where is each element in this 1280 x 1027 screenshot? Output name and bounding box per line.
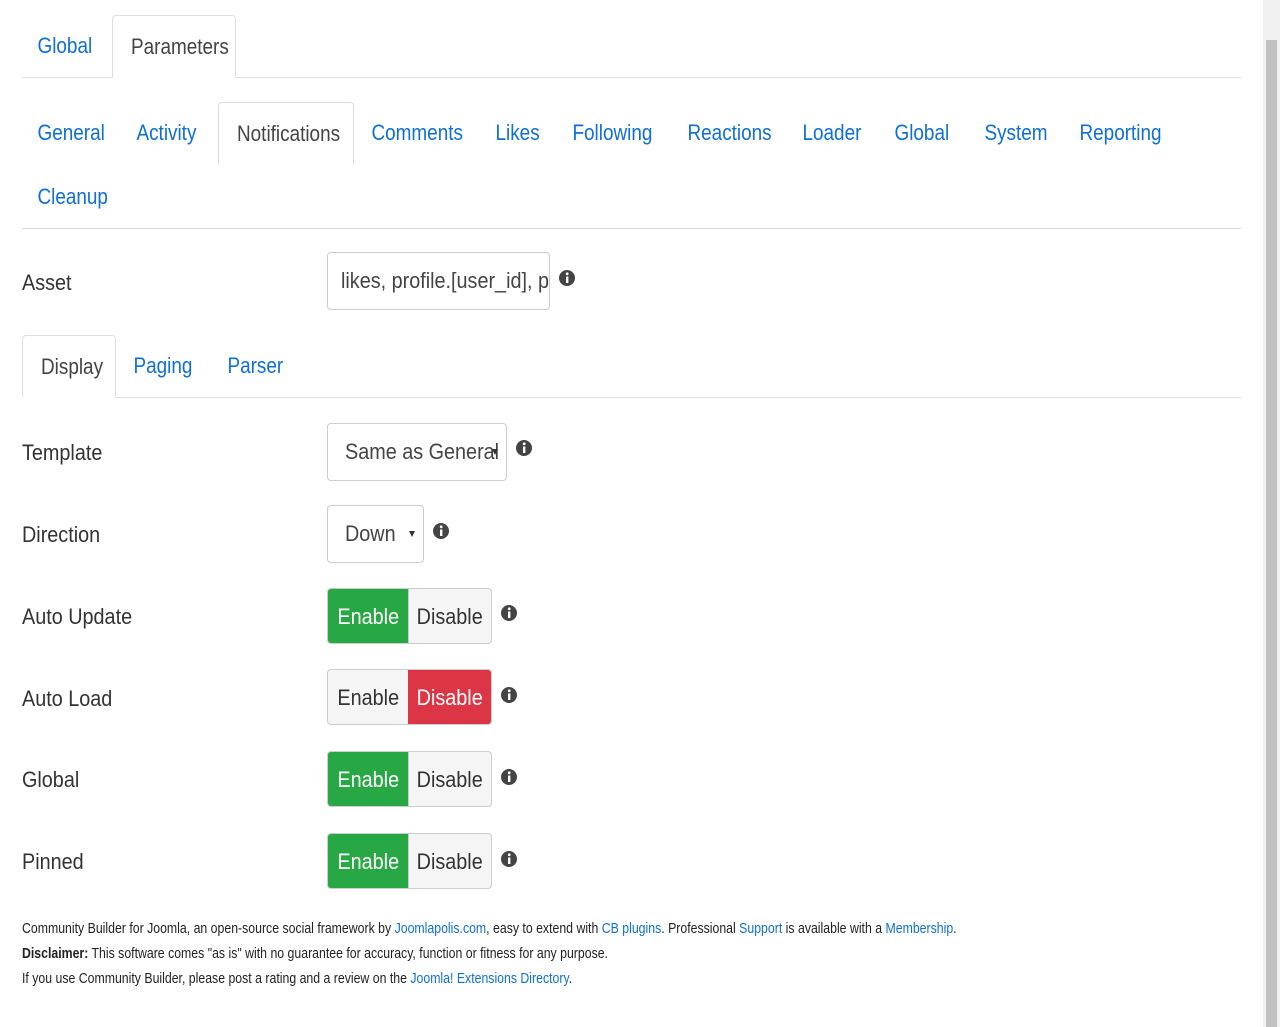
- joomlapolis-link[interactable]: Joomlapolis.com: [395, 920, 487, 937]
- display-tabs: Display Paging Parser: [22, 335, 1241, 398]
- footer-line-3: If you use Community Builder, please pos…: [22, 970, 573, 987]
- auto-load-label: Auto Load: [22, 686, 113, 711]
- tab-reporting[interactable]: Reporting: [1064, 102, 1177, 164]
- footer-line-1: Community Builder for Joomla, an open-so…: [22, 920, 957, 937]
- asset-input[interactable]: likes, profile.[user_id], prc: [327, 252, 550, 310]
- auto-update-enable-button[interactable]: Enable: [328, 589, 409, 643]
- info-icon[interactable]: [501, 767, 517, 787]
- info-icon[interactable]: [516, 438, 532, 458]
- auto-load-toggle: Enable Disable: [327, 669, 492, 725]
- membership-link[interactable]: Membership: [885, 920, 953, 937]
- tab-notifications[interactable]: Notifications: [218, 102, 354, 165]
- tab-general[interactable]: General: [22, 102, 120, 164]
- tab-paging[interactable]: Paging: [118, 335, 208, 397]
- template-label: Template: [22, 440, 103, 465]
- info-icon[interactable]: [501, 603, 517, 623]
- info-icon[interactable]: [433, 521, 449, 541]
- info-icon[interactable]: [559, 268, 575, 288]
- pinned-label: Pinned: [22, 849, 84, 874]
- tab-global[interactable]: Global: [22, 15, 108, 77]
- global-label: Global: [22, 767, 80, 792]
- global-disable-button[interactable]: Disable: [408, 752, 491, 806]
- tab-display[interactable]: Display: [22, 335, 116, 398]
- tab-loader[interactable]: Loader: [787, 102, 877, 164]
- info-icon[interactable]: [501, 849, 517, 869]
- auto-load-enable-button[interactable]: Enable: [328, 670, 409, 724]
- direction-select[interactable]: Down: [327, 505, 424, 563]
- parameter-tabs: General Activity Notifications Comments …: [22, 102, 1241, 229]
- auto-update-label: Auto Update: [22, 604, 133, 629]
- tab-likes[interactable]: Likes: [480, 102, 555, 164]
- tab-cleanup[interactable]: Cleanup: [22, 166, 123, 228]
- support-link[interactable]: Support: [739, 920, 782, 937]
- footer-disclaimer: Disclaimer: This software comes "as is" …: [22, 945, 608, 962]
- caret-down-icon: [492, 449, 498, 455]
- scrollbar[interactable]: [1263, 0, 1280, 1027]
- tab-system[interactable]: System: [969, 102, 1063, 164]
- jed-link[interactable]: Joomla! Extensions Directory: [410, 970, 568, 987]
- footer: Community Builder for Joomla, an open-so…: [22, 916, 957, 991]
- pinned-toggle: Enable Disable: [327, 833, 492, 889]
- caret-down-icon: [409, 531, 415, 537]
- auto-load-disable-button[interactable]: Disable: [408, 670, 491, 724]
- top-tabs: Global Parameters: [22, 15, 1241, 78]
- auto-update-disable-button[interactable]: Disable: [408, 589, 491, 643]
- page-content: Global Parameters General Activity Notif…: [22, 0, 1241, 1027]
- tab-parser[interactable]: Parser: [212, 335, 299, 397]
- global-enable-button[interactable]: Enable: [328, 752, 409, 806]
- info-icon[interactable]: [501, 685, 517, 705]
- tab-global-params[interactable]: Global: [879, 102, 965, 164]
- template-select[interactable]: Same as General: [327, 423, 507, 481]
- auto-update-toggle: Enable Disable: [327, 588, 492, 644]
- tab-activity[interactable]: Activity: [121, 102, 212, 164]
- scrollbar-thumb[interactable]: [1266, 40, 1277, 1027]
- direction-label: Direction: [22, 522, 101, 547]
- global-toggle: Enable Disable: [327, 751, 492, 807]
- tab-comments[interactable]: Comments: [356, 102, 478, 164]
- cb-plugins-link[interactable]: CB plugins: [602, 920, 661, 937]
- pinned-enable-button[interactable]: Enable: [328, 834, 409, 888]
- tab-reactions[interactable]: Reactions: [672, 102, 787, 164]
- tab-following[interactable]: Following: [557, 102, 668, 164]
- tab-parameters[interactable]: Parameters: [112, 15, 236, 78]
- asset-label: Asset: [22, 270, 72, 295]
- pinned-disable-button[interactable]: Disable: [408, 834, 491, 888]
